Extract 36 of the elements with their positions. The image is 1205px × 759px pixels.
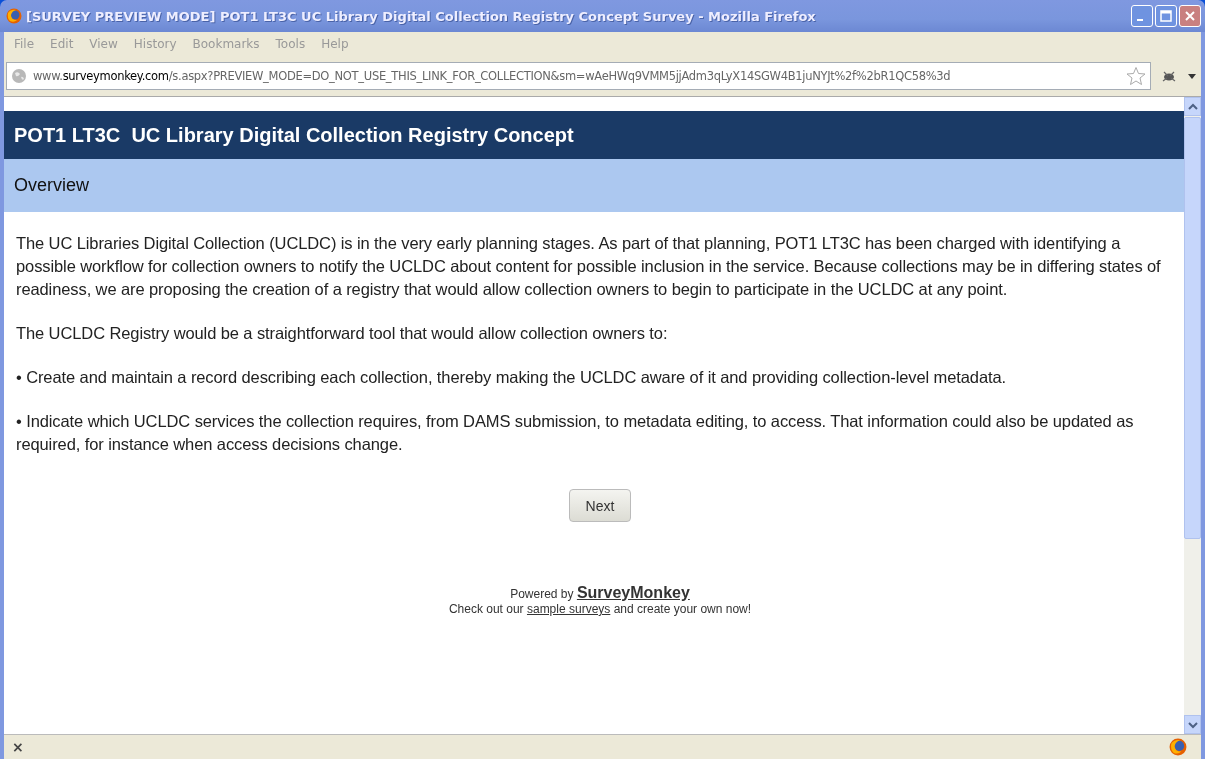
- minimize-icon: [1137, 19, 1143, 21]
- close-icon: [1184, 10, 1196, 22]
- chevron-up-icon[interactable]: [1187, 102, 1198, 111]
- scrollbar[interactable]: [1184, 97, 1201, 734]
- sample-surveys-link[interactable]: sample surveys: [526, 602, 611, 616]
- next-button[interactable]: Next: [569, 489, 631, 522]
- paragraph: • Create and maintain a record describing each collection, thereby making the UCLDC aware of it and providing collection-level metadata.: [16, 367, 1008, 388]
- globe-icon: [11, 68, 27, 84]
- chevron-down-icon[interactable]: [1187, 720, 1198, 729]
- menu-item[interactable]: Bookmarks: [184, 37, 268, 51]
- footer-text: and create your own now!: [613, 602, 752, 616]
- menu-item[interactable]: Help: [313, 37, 357, 51]
- menu-item[interactable]: File: [6, 37, 43, 51]
- menu-item[interactable]: Edit: [42, 37, 82, 51]
- window-title: [SURVEY PREVIEW MODE] POT1 LT3C UC Library Digital Collection Registry Concept Survey - Mozilla Firefox: [26, 8, 817, 24]
- status-text: ×: [12, 739, 24, 755]
- powered-by-label: Powered by: [510, 587, 574, 601]
- star-icon[interactable]: [1126, 66, 1146, 86]
- maximize-button[interactable]: [1155, 5, 1177, 27]
- footer-text: Check out our: [448, 602, 524, 616]
- dropdown-icon[interactable]: [1187, 72, 1197, 80]
- maximize-icon: [1160, 10, 1172, 22]
- close-button[interactable]: [1179, 5, 1201, 27]
- menu-item[interactable]: View: [81, 37, 126, 51]
- menu-item[interactable]: Tools: [267, 37, 314, 51]
- paragraph: The UCLDC Registry would be a straightforward tool that would allow collection owners to:: [16, 323, 669, 344]
- paragraph: • Indicate which UCLDC services the collection requires, from DAMS submission, to metadata editing, to access. That information could also be updated as required, for instance when access decisions change.: [16, 411, 1135, 455]
- paragraph: The UC Libraries Digital Collection (UCLDC) is in the very early planning stages. As part of that planning, POT1 LT3C has been charged with identifying a possible workflow for collection owners to notify the UCLDC about content for possible inclusion in the service. Because collections may be in differing states of readiness, we are proposing the creation of a registry that would allow collection owners to begin to participate in the UCLDC at any point.: [16, 233, 1162, 300]
- brand-link[interactable]: SurveyMonkey: [576, 584, 690, 601]
- firefox-icon: [1169, 738, 1187, 756]
- address-field[interactable]: www.surveymonkey.com/s.aspx?PREVIEW_MODE=DO_NOT_USE_THIS_LINK_FOR_COLLECTION&sm=wAeHWq9VMM5jjAdm3qLyX14SGW4B1juNYJt%2f%2bR1QC58%3d: [6, 62, 1151, 90]
- section-heading: Overview: [4, 159, 1184, 212]
- menu-item[interactable]: History: [125, 37, 185, 51]
- firefox-icon: [6, 8, 22, 24]
- minimize-button[interactable]: [1131, 5, 1153, 27]
- survey-title: POT1 LT3C UC Library Digital Collection Registry Concept: [4, 111, 1184, 159]
